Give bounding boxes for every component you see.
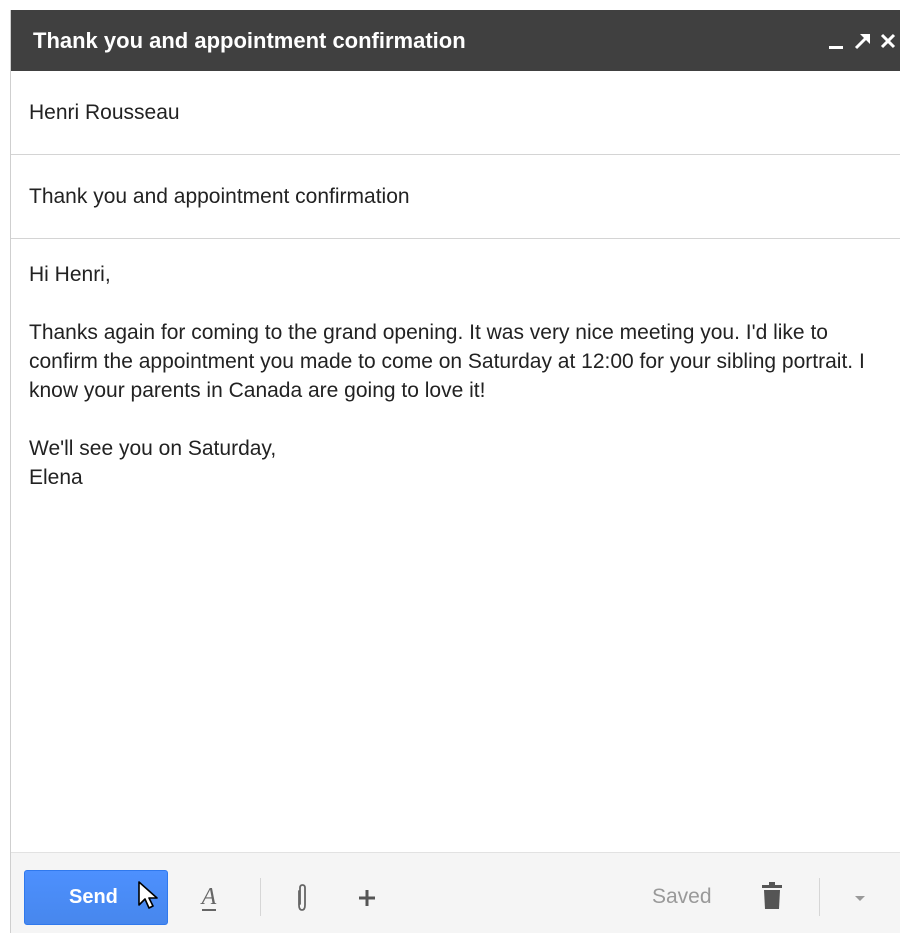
toolbar-divider <box>260 878 261 916</box>
body-paragraph: Thanks again for coming to the grand ope… <box>29 321 865 402</box>
mouse-pointer-icon <box>137 880 159 915</box>
popout-icon[interactable] <box>851 26 873 56</box>
saved-status: Saved <box>652 885 712 908</box>
text-format-icon[interactable]: A <box>195 880 223 916</box>
trash-icon[interactable] <box>759 878 785 914</box>
compose-window: Thank you and appointment confirmation H… <box>10 10 900 933</box>
to-field[interactable]: Henri Rousseau <box>11 71 900 155</box>
body-greeting: Hi Henri, <box>29 263 111 286</box>
minimize-icon[interactable] <box>825 26 847 56</box>
compose-titlebar[interactable]: Thank you and appointment confirmation <box>11 10 900 71</box>
subject-field[interactable]: Thank you and appointment confirmation <box>11 155 900 239</box>
compose-title: Thank you and appointment confirmation <box>33 27 466 53</box>
body-closing: We'll see you on Saturday, <box>29 437 277 460</box>
more-options-icon[interactable] <box>846 883 874 913</box>
body-signature: Elena <box>29 466 83 489</box>
compose-toolbar: Send A Saved <box>11 852 900 933</box>
attach-icon[interactable] <box>290 878 314 918</box>
message-body[interactable]: Hi Henri, Thanks again for coming to the… <box>11 240 900 852</box>
window-controls <box>825 26 900 56</box>
plus-icon[interactable] <box>354 880 380 916</box>
toolbar-divider <box>819 878 820 916</box>
close-icon[interactable] <box>877 26 899 56</box>
